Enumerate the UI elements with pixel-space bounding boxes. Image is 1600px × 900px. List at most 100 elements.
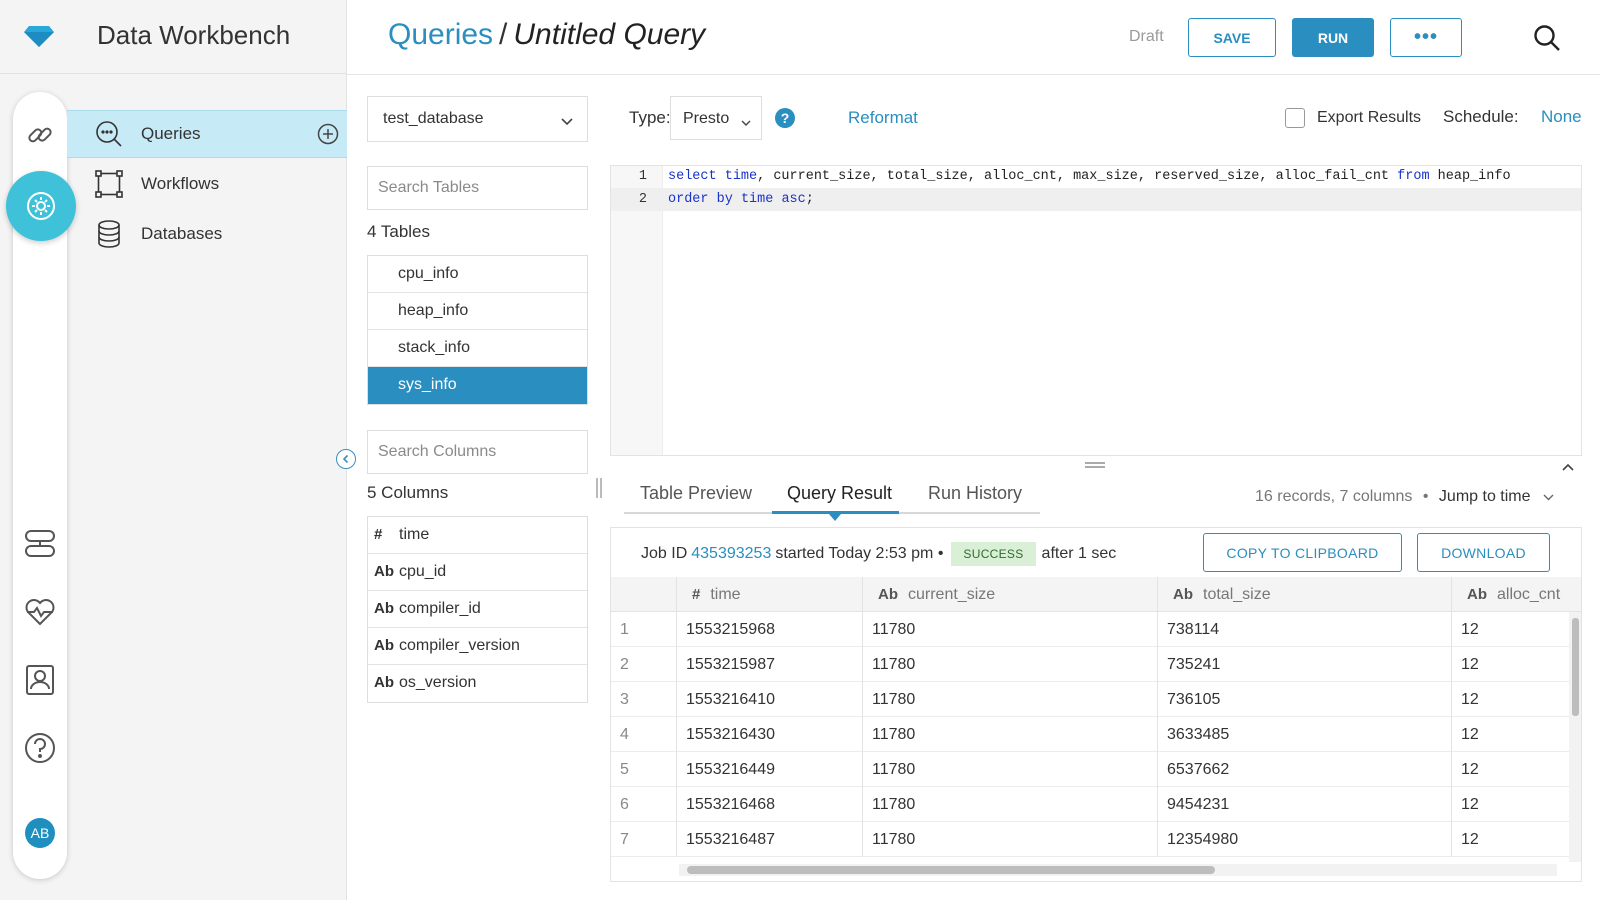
sql-editor[interactable]: 1 select time, current_size, total_size,…: [610, 165, 1582, 456]
column-header[interactable]: Ab current_size: [863, 577, 1158, 612]
vertical-scrollbar[interactable]: [1569, 612, 1581, 862]
reformat-link[interactable]: Reformat: [848, 108, 918, 128]
schedule-value-link[interactable]: None: [1541, 107, 1582, 127]
horizontal-scrollbar[interactable]: [679, 864, 1557, 876]
chevron-down-icon: [741, 114, 751, 132]
table-cell: 11780: [863, 752, 1158, 787]
export-results-checkbox[interactable]: [1285, 108, 1305, 128]
avatar[interactable]: AB: [25, 818, 55, 848]
scroll-thumb[interactable]: [687, 866, 1215, 874]
table-item-cpu-info[interactable]: cpu_info: [368, 256, 587, 293]
more-options-button[interactable]: •••: [1390, 18, 1462, 57]
scroll-thumb[interactable]: [1572, 618, 1579, 716]
sidebar-item-queries[interactable]: Queries: [67, 110, 347, 158]
export-results-toggle[interactable]: Export Results: [1285, 108, 1421, 128]
save-button[interactable]: SAVE: [1188, 18, 1276, 57]
database-select[interactable]: test_database: [367, 96, 588, 142]
table-row[interactable]: 7 1553216487 11780 12354980 12: [611, 822, 1581, 857]
column-header[interactable]: Ab total_size: [1158, 577, 1452, 612]
help-icon[interactable]: [23, 731, 57, 765]
table-cell: 11780: [863, 682, 1158, 717]
search-columns-input[interactable]: Search Columns: [367, 430, 588, 474]
table-cell: 12: [1461, 691, 1479, 708]
table-row[interactable]: 2 1553215987 11780 735241 12: [611, 647, 1581, 682]
column-header[interactable]: Ab alloc_cnt: [1452, 577, 1581, 612]
page-title[interactable]: Untitled Query: [513, 18, 705, 51]
table-cell: 12: [1461, 796, 1479, 813]
code-line[interactable]: 2 order by time asc;: [611, 188, 1581, 211]
table-cell: 6537662: [1158, 752, 1452, 787]
table-cell: 9454231: [1158, 787, 1452, 822]
jump-to-time-select[interactable]: Jump to time: [1439, 488, 1531, 505]
table-item-heap-info[interactable]: heap_info: [368, 293, 587, 330]
tab-table-preview[interactable]: Table Preview: [640, 483, 752, 504]
search-tables-input[interactable]: Search Tables: [367, 166, 588, 210]
code-line[interactable]: 1 select time, current_size, total_size,…: [611, 165, 1581, 188]
breadcrumb-separator: /: [499, 18, 508, 51]
row-number: 6: [611, 787, 677, 822]
columns-count: 5 Columns: [367, 483, 449, 502]
help-icon[interactable]: ?: [775, 108, 795, 128]
plus-circle-icon[interactable]: [317, 123, 339, 150]
row-number: 7: [611, 822, 677, 857]
breadcrumb-queries-link[interactable]: Queries: [388, 18, 493, 51]
column-item[interactable]: Ab compiler_version: [368, 628, 587, 665]
panel-resize-handle[interactable]: [596, 478, 602, 498]
column-type: Ab: [374, 600, 394, 617]
table-cell: 11780: [863, 612, 1158, 647]
table-item-stack-info[interactable]: stack_info: [368, 330, 587, 367]
table-row[interactable]: 4 1553216430 11780 3633485 12: [611, 717, 1581, 752]
schedule-label: Schedule:: [1443, 107, 1519, 126]
chevron-down-icon: [561, 113, 573, 131]
table-cell: 12354980: [1158, 822, 1452, 857]
database-icon: [95, 220, 123, 248]
table-row[interactable]: 3 1553216410 11780 736105 12: [611, 682, 1581, 717]
run-button[interactable]: RUN: [1292, 18, 1374, 57]
engine-type-value: Presto: [683, 110, 730, 127]
tab-run-history[interactable]: Run History: [928, 483, 1022, 504]
tab-query-result[interactable]: Query Result: [787, 483, 892, 504]
contact-card-icon[interactable]: [23, 663, 57, 697]
sidebar-item-label: Databases: [141, 224, 223, 243]
download-button[interactable]: DOWNLOAD: [1417, 533, 1550, 572]
column-type: Ab: [374, 674, 394, 691]
search-icon[interactable]: [1533, 24, 1561, 57]
settings-gear-icon[interactable]: [6, 171, 76, 241]
column-item[interactable]: Ab os_version: [368, 665, 587, 702]
table-cell: 735241: [1158, 647, 1452, 682]
column-item[interactable]: Ab cpu_id: [368, 554, 587, 591]
chevron-up-icon[interactable]: [1562, 458, 1574, 476]
row-number: 2: [611, 647, 677, 682]
column-item[interactable]: # time: [368, 517, 587, 554]
server-icon[interactable]: [23, 527, 57, 561]
editor-resize-handle[interactable]: [1085, 462, 1105, 468]
sidebar-item-workflows[interactable]: Workflows: [67, 160, 347, 208]
column-header[interactable]: # time: [677, 577, 863, 612]
collapse-sidebar-button[interactable]: [336, 449, 356, 469]
table-row[interactable]: 1 1553215968 11780 738114 12: [611, 612, 1581, 647]
line-number: 2: [638, 192, 647, 207]
table-cell: 736105: [1158, 682, 1452, 717]
active-tab-pointer: [829, 514, 841, 521]
table-cell: 1553215987: [677, 647, 863, 682]
line-number: 1: [638, 169, 647, 184]
table-row[interactable]: 6 1553216468 11780 9454231 12: [611, 787, 1581, 822]
engine-type-select[interactable]: Presto: [670, 96, 762, 140]
job-id-link[interactable]: 435393253: [691, 545, 771, 563]
table-item-sys-info[interactable]: sys_info: [368, 367, 587, 404]
health-heart-icon[interactable]: [23, 595, 57, 629]
sidebar-item-databases[interactable]: Databases: [67, 210, 347, 258]
link-icon[interactable]: [23, 118, 57, 152]
chevron-down-icon[interactable]: [1543, 488, 1554, 505]
copy-to-clipboard-button[interactable]: COPY TO CLIPBOARD: [1203, 533, 1402, 572]
column-type: Ab: [374, 563, 394, 580]
table-cell: 1553216487: [677, 822, 863, 857]
record-count: 16 records, 7 columns: [1255, 488, 1413, 505]
column-item[interactable]: Ab compiler_id: [368, 591, 587, 628]
result-tabs: Table Preview Query Result Run History: [624, 478, 1040, 514]
table-row[interactable]: 5 1553216449 11780 6537662 12: [611, 752, 1581, 787]
table-cell: 12: [1461, 831, 1479, 848]
table-cell: 1553216430: [677, 717, 863, 752]
column-type: #: [692, 586, 701, 603]
results-table: # time Ab current_size Ab total_size Ab allo…: [611, 577, 1581, 857]
